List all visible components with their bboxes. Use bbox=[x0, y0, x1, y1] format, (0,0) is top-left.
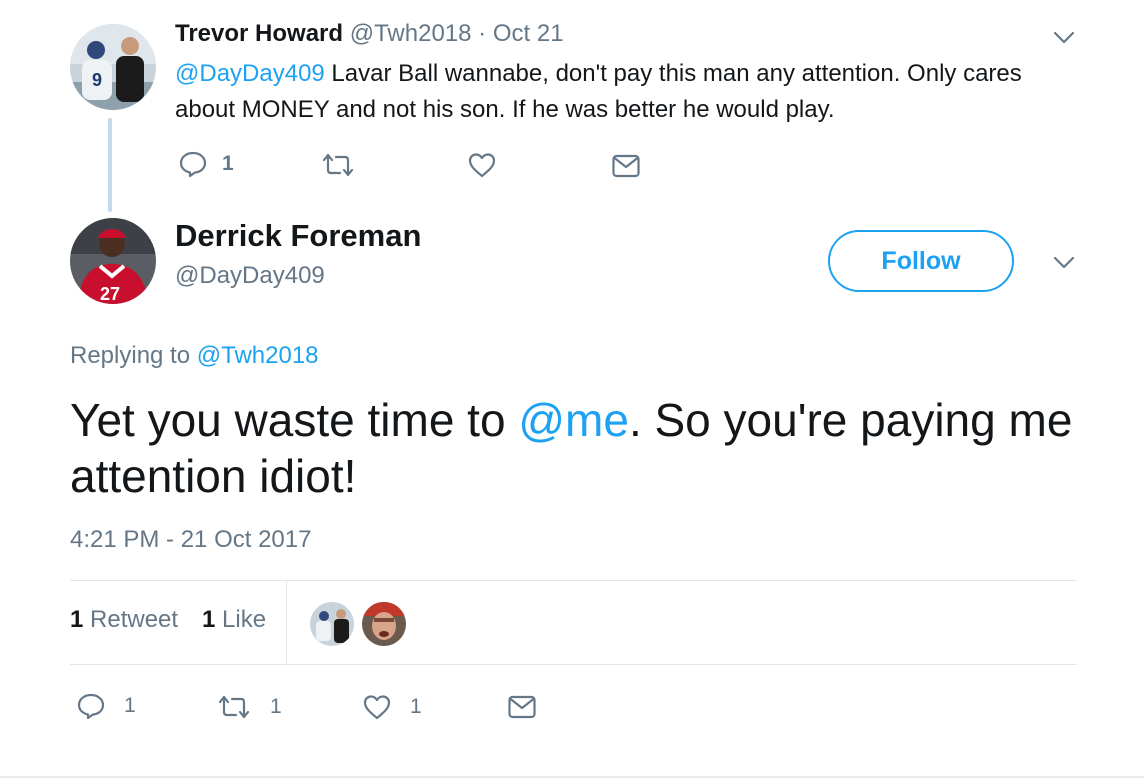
avatar-image: 9 bbox=[70, 24, 156, 110]
reply-icon bbox=[77, 693, 105, 720]
main-text-before: Yet you waste time to bbox=[70, 394, 519, 446]
tweet-detail-page: 9 Trevor Howard @Twh2018 · Oct 21 @DayDa… bbox=[0, 0, 1144, 778]
parent-reply-count: 1 bbox=[222, 152, 234, 175]
reply-icon bbox=[179, 151, 207, 178]
retweets-stat-count: 1 bbox=[70, 606, 84, 633]
main-author-handle[interactable]: @DayDay409 bbox=[175, 262, 325, 290]
thread-connector-line bbox=[108, 118, 112, 212]
parent-like-button[interactable] bbox=[467, 151, 497, 179]
avatar-image bbox=[310, 602, 354, 646]
engager-avatar[interactable] bbox=[362, 602, 406, 646]
dm-button[interactable] bbox=[507, 694, 537, 720]
header-separator: · bbox=[478, 20, 487, 47]
chevron-down-icon bbox=[1053, 31, 1075, 44]
likes-stat-count: 1 bbox=[202, 606, 216, 633]
main-tweet-text: Yet you waste time to @me. So you're pay… bbox=[70, 392, 1110, 504]
parent-dm-button[interactable] bbox=[611, 153, 641, 179]
like-button[interactable]: 1 bbox=[362, 693, 422, 721]
parent-author-name[interactable]: Trevor Howard bbox=[175, 20, 343, 47]
replying-to-link[interactable]: @Twh2018 bbox=[197, 342, 319, 369]
envelope-icon bbox=[508, 695, 536, 719]
parent-retweet-button[interactable] bbox=[320, 152, 356, 178]
engager-avatar[interactable] bbox=[310, 602, 354, 646]
retweet-icon bbox=[322, 153, 354, 177]
retweets-stat-label: Retweet bbox=[90, 606, 179, 633]
parent-tweet-text: @DayDay409 Lavar Ball wannabe, don't pay… bbox=[175, 56, 1075, 128]
retweet-count: 1 bbox=[270, 695, 282, 718]
reply-count: 1 bbox=[124, 694, 136, 717]
main-mention-link[interactable]: @me bbox=[518, 394, 629, 446]
stats-bottom-divider bbox=[70, 664, 1077, 665]
retweet-icon bbox=[218, 695, 250, 719]
main-tweet-menu-button[interactable] bbox=[1052, 255, 1076, 271]
main-author-avatar[interactable]: 27 bbox=[70, 218, 156, 304]
tweet-timestamp[interactable]: 4:21 PM - 21 Oct 2017 bbox=[70, 526, 311, 554]
parent-mention-link[interactable]: @DayDay409 bbox=[175, 60, 325, 87]
parent-tweet-date[interactable]: Oct 21 bbox=[493, 20, 564, 47]
likes-stat-label: Like bbox=[222, 606, 267, 633]
parent-tweet-header: Trevor Howard @Twh2018 · Oct 21 bbox=[175, 20, 564, 48]
parent-tweet-menu-button[interactable] bbox=[1052, 30, 1076, 46]
heart-icon bbox=[363, 695, 391, 720]
retweet-button[interactable]: 1 bbox=[216, 694, 282, 720]
stats-vertical-divider bbox=[286, 580, 287, 664]
parent-author-handle[interactable]: @Twh2018 bbox=[350, 20, 472, 47]
follow-button[interactable]: Follow bbox=[828, 230, 1014, 292]
like-count: 1 bbox=[410, 695, 422, 718]
envelope-icon bbox=[612, 154, 640, 178]
replying-to-line: Replying to @Twh2018 bbox=[70, 342, 319, 370]
retweets-stat[interactable]: 1 Retweet bbox=[70, 606, 178, 634]
replying-to-prefix: Replying to bbox=[70, 342, 197, 369]
parent-author-avatar[interactable]: 9 bbox=[70, 24, 156, 110]
svg-text:27: 27 bbox=[100, 284, 120, 304]
stats-top-divider bbox=[70, 580, 1077, 581]
reply-button[interactable]: 1 bbox=[76, 692, 136, 720]
parent-reply-button[interactable]: 1 bbox=[178, 150, 234, 178]
avatar-image: 27 bbox=[70, 218, 156, 304]
heart-icon bbox=[468, 153, 496, 178]
svg-text:9: 9 bbox=[92, 70, 102, 90]
likes-stat[interactable]: 1 Like bbox=[202, 606, 266, 634]
main-author-name[interactable]: Derrick Foreman bbox=[175, 218, 421, 254]
avatar-image bbox=[362, 602, 406, 646]
chevron-down-icon bbox=[1053, 256, 1075, 269]
